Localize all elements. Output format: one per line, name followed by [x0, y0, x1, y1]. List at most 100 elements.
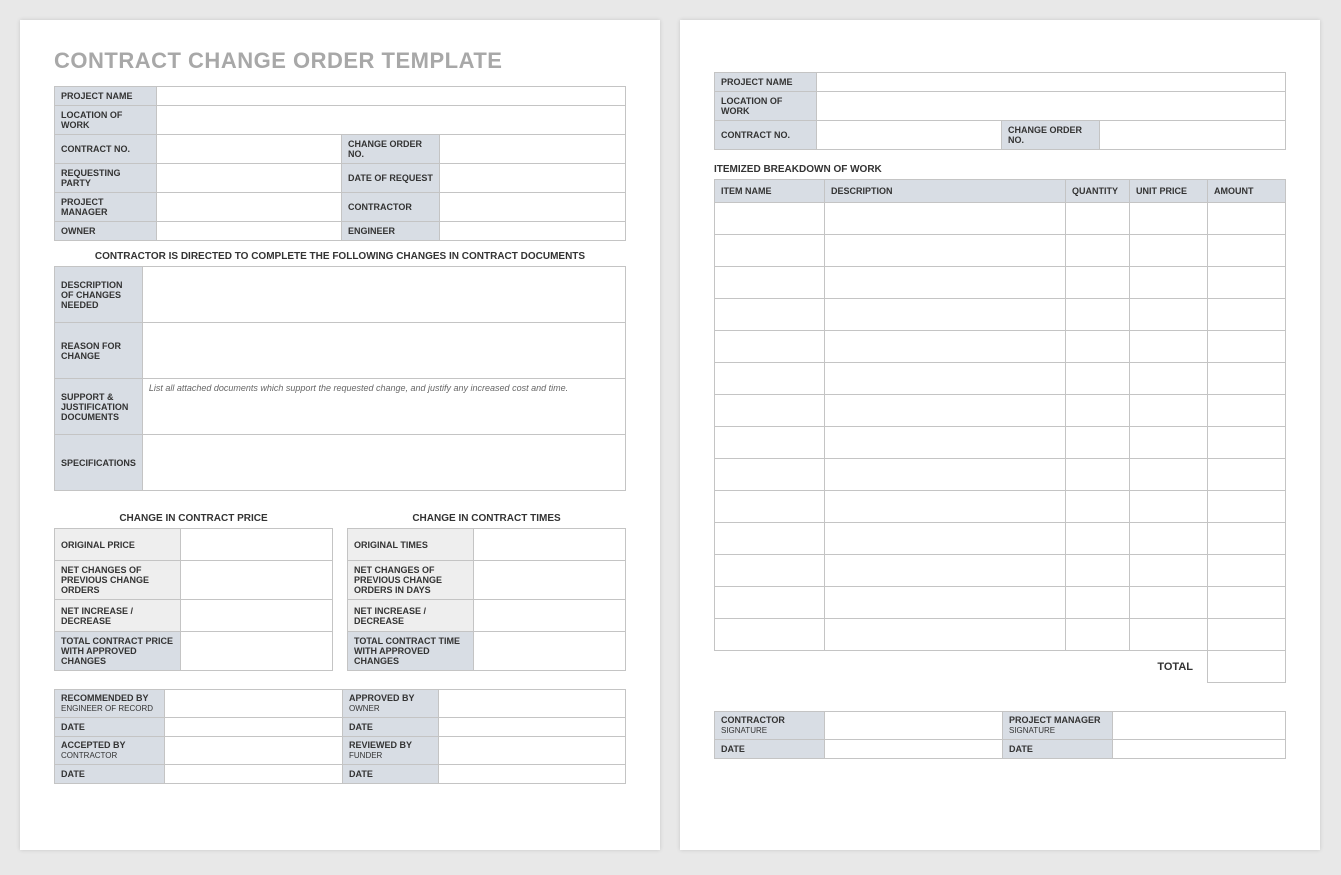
field-price-net-prev[interactable] — [181, 561, 333, 600]
field-times-net-inc[interactable] — [474, 600, 626, 632]
field-contractor[interactable] — [440, 193, 626, 222]
field-location-p2[interactable] — [817, 92, 1286, 121]
field-approved-by[interactable] — [439, 690, 626, 718]
label-date-4: DATE — [343, 765, 439, 784]
label-approved-by: APPROVED BY OWNER — [343, 690, 439, 718]
item-row[interactable] — [715, 555, 1286, 587]
label-project-name-p2: PROJECT NAME — [715, 73, 817, 92]
item-row[interactable] — [715, 619, 1286, 651]
label-reviewed-by: REVIEWED BY FUNDER — [343, 737, 439, 765]
price-title: CHANGE IN CONTRACT PRICE — [54, 513, 333, 524]
field-price-net-inc[interactable] — [181, 600, 333, 632]
field-original-times[interactable] — [474, 529, 626, 561]
item-row[interactable] — [715, 459, 1286, 491]
label-original-price: ORIGINAL PRICE — [55, 529, 181, 561]
label-contractor: CONTRACTOR — [342, 193, 440, 222]
changes-table: DESCRIPTION OF CHANGES NEEDED REASON FOR… — [54, 266, 626, 491]
item-row[interactable] — [715, 523, 1286, 555]
field-engineer[interactable] — [440, 222, 626, 241]
label-engineer: ENGINEER — [342, 222, 440, 241]
field-date-p2-1[interactable] — [825, 740, 1003, 759]
item-row[interactable] — [715, 363, 1286, 395]
label-location-p2: LOCATION OF WORK — [715, 92, 817, 121]
col-unit-price: UNIT PRICE — [1130, 180, 1208, 203]
field-contractor-sig[interactable] — [825, 712, 1003, 740]
directive-title: CONTRACTOR IS DIRECTED TO COMPLETE THE F… — [54, 251, 626, 262]
label-price-net-inc: NET INCREASE / DECREASE — [55, 600, 181, 632]
item-row[interactable] — [715, 331, 1286, 363]
label-contract-no: CONTRACT NO. — [55, 135, 157, 164]
label-date-1: DATE — [55, 718, 165, 737]
field-change-order-no[interactable] — [440, 135, 626, 164]
field-change-order-no-p2[interactable] — [1100, 121, 1286, 150]
field-date-of-request[interactable] — [440, 164, 626, 193]
header-table: PROJECT NAME LOCATION OF WORK CONTRACT N… — [54, 86, 626, 241]
label-contractor-sig: CONTRACTOR SIGNATURE — [715, 712, 825, 740]
field-project-name-p2[interactable] — [817, 73, 1286, 92]
label-change-order-no: CHANGE ORDER NO. — [342, 135, 440, 164]
field-date-2[interactable] — [439, 718, 626, 737]
col-amount: AMOUNT — [1208, 180, 1286, 203]
label-date-p2-2: DATE — [1003, 740, 1113, 759]
signatures-page2: CONTRACTOR SIGNATURE PROJECT MANAGER SIG… — [714, 711, 1286, 759]
field-date-4[interactable] — [439, 765, 626, 784]
field-reviewed-by[interactable] — [439, 737, 626, 765]
field-owner[interactable] — [157, 222, 342, 241]
label-times-net-prev: NET CHANGES OF PREVIOUS CHANGE ORDERS IN… — [348, 561, 474, 600]
field-description-changes[interactable] — [142, 267, 625, 323]
label-recommended-by: RECOMMENDED BY ENGINEER OF RECORD — [55, 690, 165, 718]
label-support-docs: SUPPORT & JUSTIFICATION DOCUMENTS — [55, 379, 143, 435]
field-price-total[interactable] — [181, 632, 333, 671]
item-row[interactable] — [715, 299, 1286, 331]
label-date-3: DATE — [55, 765, 165, 784]
item-row[interactable] — [715, 235, 1286, 267]
field-location-of-work[interactable] — [157, 106, 626, 135]
price-table: ORIGINAL PRICE NET CHANGES OF PREVIOUS C… — [54, 528, 333, 671]
label-contract-no-p2: CONTRACT NO. — [715, 121, 817, 150]
label-date-of-request: DATE OF REQUEST — [342, 164, 440, 193]
field-accepted-by[interactable] — [165, 737, 343, 765]
label-date-2: DATE — [343, 718, 439, 737]
field-date-1[interactable] — [165, 718, 343, 737]
label-requesting-party: REQUESTING PARTY — [55, 164, 157, 193]
label-change-order-no-p2: CHANGE ORDER NO. — [1002, 121, 1100, 150]
label-reason-change: REASON FOR CHANGE — [55, 323, 143, 379]
item-row[interactable] — [715, 395, 1286, 427]
field-contract-no[interactable] — [157, 135, 342, 164]
field-date-3[interactable] — [165, 765, 343, 784]
field-times-total[interactable] — [474, 632, 626, 671]
field-requesting-party[interactable] — [157, 164, 342, 193]
field-specifications[interactable] — [142, 435, 625, 491]
field-project-name[interactable] — [157, 87, 626, 106]
col-quantity: QUANTITY — [1066, 180, 1130, 203]
itemized-table: ITEM NAME DESCRIPTION QUANTITY UNIT PRIC… — [714, 179, 1286, 683]
field-recommended-by[interactable] — [165, 690, 343, 718]
field-reason-change[interactable] — [142, 323, 625, 379]
label-description-changes: DESCRIPTION OF CHANGES NEEDED — [55, 267, 143, 323]
field-original-price[interactable] — [181, 529, 333, 561]
field-pm-sig[interactable] — [1113, 712, 1286, 740]
item-row[interactable] — [715, 267, 1286, 299]
field-times-net-prev[interactable] — [474, 561, 626, 600]
total-amount[interactable] — [1208, 651, 1286, 683]
hint-support-docs[interactable]: List all attached documents which suppor… — [142, 379, 625, 435]
itemized-title: ITEMIZED BREAKDOWN OF WORK — [714, 164, 1286, 175]
field-project-manager[interactable] — [157, 193, 342, 222]
field-date-p2-2[interactable] — [1113, 740, 1286, 759]
page-2: PROJECT NAME LOCATION OF WORK CONTRACT N… — [680, 20, 1320, 850]
label-price-total: TOTAL CONTRACT PRICE WITH APPROVED CHANG… — [55, 632, 181, 671]
label-owner: OWNER — [55, 222, 157, 241]
label-date-p2-1: DATE — [715, 740, 825, 759]
col-description: DESCRIPTION — [825, 180, 1066, 203]
field-contract-no-p2[interactable] — [817, 121, 1002, 150]
label-accepted-by: ACCEPTED BY CONTRACTOR — [55, 737, 165, 765]
item-row[interactable] — [715, 491, 1286, 523]
times-title: CHANGE IN CONTRACT TIMES — [347, 513, 626, 524]
label-location-of-work: LOCATION OF WORK — [55, 106, 157, 135]
item-row[interactable] — [715, 587, 1286, 619]
label-original-times: ORIGINAL TIMES — [348, 529, 474, 561]
label-project-manager: PROJECT MANAGER — [55, 193, 157, 222]
item-row[interactable] — [715, 203, 1286, 235]
item-row[interactable] — [715, 427, 1286, 459]
page-1: CONTRACT CHANGE ORDER TEMPLATE PROJECT N… — [20, 20, 660, 850]
